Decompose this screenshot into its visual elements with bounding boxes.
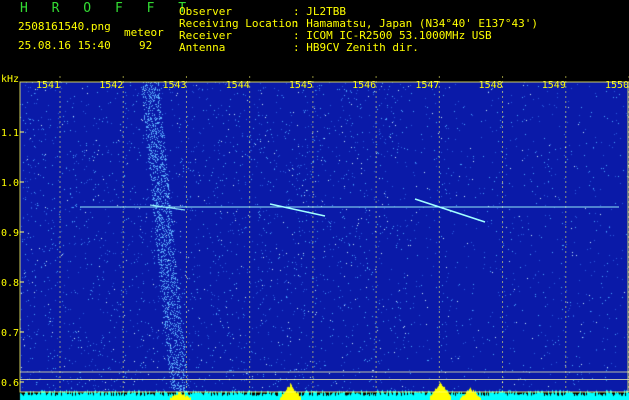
- meteor-echo-trace: [414, 198, 486, 223]
- y-axis-label: kHz: [1, 74, 19, 85]
- counter-label: meteor: [124, 26, 164, 39]
- meteor-echo-trace: [269, 203, 326, 217]
- y-tick-label: 0.9: [1, 228, 19, 239]
- app-title: H R O F F T: [20, 1, 195, 16]
- y-tick-label: 1.1: [1, 128, 19, 139]
- spectrogram-overlay: kHz1541 1542 1543 1544 1545 1546 1547 1548 1549 1…: [1, 74, 629, 393]
- y-tick-label: 0.7: [1, 328, 19, 339]
- plot-frame: [19, 81, 629, 393]
- info-label-antenna: Antenna: [179, 41, 226, 54]
- y-tick-label: 1.0: [1, 178, 19, 189]
- filename-label: 2508161540.png: [18, 20, 111, 33]
- counter-value: 92: [139, 39, 153, 52]
- y-tick-label: 0.6: [1, 378, 19, 389]
- hrofft-window: H R O F F T 2508161540.png 25.08.16 15:4…: [0, 0, 629, 400]
- info-value-antenna: : HB9CV Zenith dir.: [293, 41, 419, 54]
- y-tick-label: 0.8: [1, 278, 19, 289]
- datetime-label: 25.08.16 15:40: [18, 39, 111, 52]
